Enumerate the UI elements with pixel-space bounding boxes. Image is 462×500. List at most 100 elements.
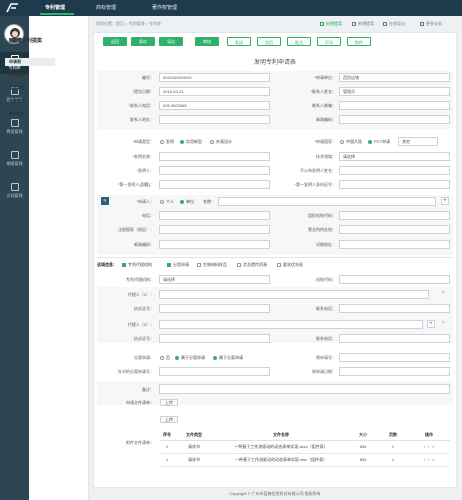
download-icon[interactable]: ↓ [424, 444, 426, 449]
info-option-biomaterial[interactable]: 生物材料样品 [197, 262, 227, 268]
applicant-option-unit[interactable]: 单位 [180, 199, 194, 205]
add-icon[interactable]: + [428, 444, 430, 449]
cell-name[interactable]: 一种基于工作流驱动的动态表单实现.xlsx（组件表） [214, 453, 348, 467]
agency-select[interactable]: 请选择 [159, 275, 270, 284]
tel-field[interactable] [159, 211, 270, 220]
reject-button[interactable]: 驳回 [257, 37, 281, 46]
review-button[interactable]: 审核 [195, 37, 219, 46]
delete-icon[interactable]: × [432, 457, 434, 462]
country-option-mainland[interactable]: 中国大陆 [340, 139, 362, 145]
agent2-field[interactable] [159, 320, 423, 329]
agency-code-field[interactable] [339, 275, 450, 284]
info-option-priority[interactable]: 要求优先权 [277, 262, 303, 268]
save-button[interactable]: 保存 [131, 37, 155, 46]
orig-div-no-field[interactable] [159, 367, 270, 376]
orig-date-field[interactable] [339, 367, 450, 376]
zip-field[interactable] [339, 115, 450, 124]
phone1-field[interactable] [339, 304, 450, 313]
division-option-2[interactable]: 属于分案申请 [213, 355, 243, 361]
cell-name[interactable]: 一种基于工作流驱动的动态表单实现.docx（组件表） [214, 440, 348, 454]
add-applicant-button[interactable]: + [441, 197, 449, 205]
close-icon[interactable]: × [442, 320, 445, 326]
upload-request-button[interactable]: 上传 [160, 399, 178, 406]
license1-field[interactable] [159, 304, 270, 313]
invention-name-label: *发明名称： [132, 154, 154, 159]
subnav-item-related[interactable]: 关联信息 [9, 98, 25, 104]
applicant-label-text: 申请人： [138, 199, 154, 204]
add-icon[interactable]: + [428, 457, 430, 462]
type-option-design[interactable]: 外观设计 [210, 139, 232, 145]
print-button[interactable]: 打印 [317, 37, 341, 46]
new-proposal-link[interactable]: 新增提案 [352, 21, 374, 27]
export-link[interactable]: 在线导出 [383, 21, 405, 27]
attachment-button[interactable]: 附件 [347, 37, 371, 46]
applicant-name-field[interactable] [218, 197, 436, 206]
checkbox [237, 263, 241, 267]
country-other-field[interactable]: 其他 [398, 137, 438, 146]
download-icon[interactable]: ↓ [424, 457, 426, 462]
top-tab-trademark[interactable]: 商标管理 [96, 4, 116, 11]
applicant-option-person[interactable]: 个人 [160, 199, 174, 205]
division-option-no[interactable]: 否 [160, 355, 170, 361]
subnav-item-form[interactable]: 申请表 [5, 58, 55, 66]
detail-addr-field[interactable] [339, 240, 450, 249]
division-option-1[interactable]: 属于分案申请 [175, 355, 205, 361]
license2-label: 执业证号： [134, 336, 154, 341]
close-icon[interactable]: × [442, 290, 445, 296]
back-button[interactable]: 返回 [103, 37, 127, 46]
phone-field[interactable]: 025-3602685 [159, 101, 270, 110]
type-option-invention[interactable]: 发明 [160, 139, 174, 145]
upload-attachment-button[interactable]: 上传 [160, 416, 178, 423]
org-code-field[interactable] [339, 211, 450, 220]
top-tab-patent[interactable]: 专利管理 [45, 4, 65, 11]
postcode-field[interactable] [159, 240, 270, 249]
subnav-item-flow[interactable]: 流程视图 [9, 72, 25, 78]
sidebar-item-documents[interactable]: 文档管理 [0, 180, 29, 202]
info-option-genetic[interactable]: 涉及遗传资源 [237, 262, 267, 268]
postcode-label: 邮政编码： [134, 242, 154, 247]
contact-field[interactable]: 管理员 [339, 87, 450, 96]
more-link[interactable]: 更多业务 [420, 21, 442, 27]
col-size: 大小 [348, 430, 378, 441]
unit-field[interactable]: 西凯店铺 [339, 73, 450, 82]
address-field[interactable] [159, 115, 270, 124]
email-field[interactable] [339, 101, 450, 110]
phone2-label: 联系电话： [316, 336, 336, 341]
info-option-agency[interactable]: 专利代理机构 [122, 262, 152, 268]
unit-label: *申请单位： [314, 75, 336, 80]
top-tab-copyright[interactable]: 著作权管理 [152, 4, 177, 11]
export-button[interactable]: 导出 [159, 37, 183, 46]
annotate-button[interactable]: 批注 [287, 37, 311, 46]
orig-no-label: 原申请号： [316, 355, 336, 360]
add-agent-button[interactable]: + [427, 320, 435, 328]
inventor-field[interactable] [159, 166, 270, 175]
reg-country-field[interactable] [159, 225, 270, 234]
date-field[interactable]: 2016-03-23 [159, 87, 270, 96]
country-option-pct[interactable]: PCT申请 [368, 139, 390, 145]
sidebar-item-fees[interactable]: 费用管理 [0, 116, 29, 138]
invention-name-field[interactable] [159, 152, 270, 161]
sidebar-item-deadlines[interactable]: 期限管理 [0, 148, 29, 170]
subnav-item-process[interactable]: 过程管理 [9, 85, 25, 91]
phone1-label: 联系电话： [316, 306, 336, 311]
id-field[interactable]: 0020160034001 [159, 73, 270, 82]
business-addr-field[interactable] [339, 225, 450, 234]
delete-icon[interactable]: × [432, 444, 434, 449]
phone2-field[interactable] [339, 334, 450, 343]
subnav-item-mail[interactable]: 邮件信息 [9, 111, 25, 117]
first-id-field[interactable] [339, 180, 450, 189]
agent1-field[interactable] [159, 290, 429, 299]
option-label: 实用新型 [186, 139, 202, 144]
calendar-icon [10, 151, 19, 159]
orig-no-field[interactable] [339, 353, 450, 362]
type-option-utility[interactable]: 实用新型 [180, 139, 202, 145]
license2-field[interactable] [159, 334, 270, 343]
tech-field-select[interactable]: 请选择 [339, 152, 450, 161]
nodisclose-field[interactable] [339, 166, 450, 175]
info-option-division[interactable]: 分案申请 [167, 262, 189, 268]
send-button[interactable]: 发送 [227, 37, 251, 46]
remark-field[interactable] [159, 384, 450, 394]
first-inventor-field[interactable] [159, 180, 270, 189]
col-ops: 操作 [408, 430, 450, 441]
process-proposal-link[interactable]: 处理提案 [320, 21, 342, 27]
